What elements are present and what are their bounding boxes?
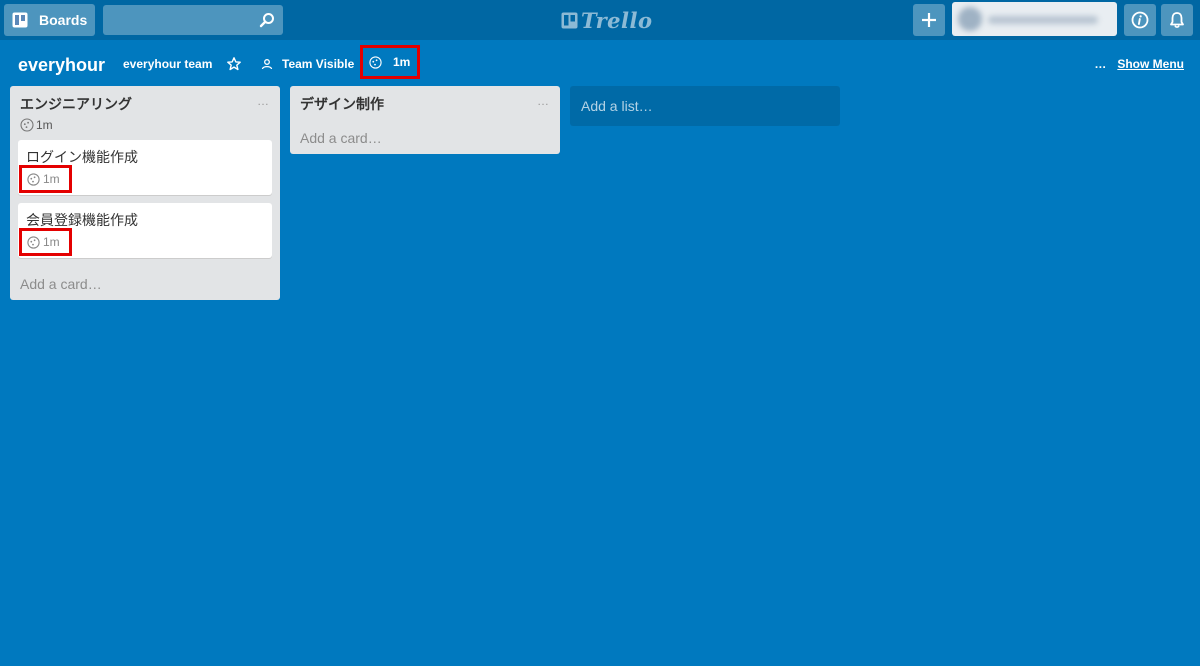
info-icon xyxy=(1131,11,1149,29)
team-link[interactable]: everyhour team xyxy=(123,55,212,73)
member-name-blurred xyxy=(988,16,1098,24)
top-bar: Boards Trello xyxy=(0,0,1200,40)
show-menu-button[interactable]: … Show Menu xyxy=(1094,55,1184,73)
add-card-link[interactable]: Add a card… xyxy=(20,276,102,292)
card[interactable]: 会員登録機能作成 1m xyxy=(18,203,272,258)
list-title[interactable]: エンジニアリング xyxy=(20,94,132,114)
list-menu-button[interactable]: … xyxy=(537,94,550,108)
plus-icon xyxy=(922,13,936,27)
clock-icon xyxy=(20,118,34,132)
member-avatar-button[interactable] xyxy=(952,2,1117,36)
bell-icon xyxy=(1170,12,1184,28)
list-menu-button[interactable]: … xyxy=(257,94,270,108)
board-title[interactable]: everyhour xyxy=(18,52,105,78)
boards-label: Boards xyxy=(39,12,88,28)
search-icon xyxy=(259,13,274,28)
list-timer: 1m xyxy=(20,118,53,132)
show-menu-label: Show Menu xyxy=(1117,57,1184,71)
board-timer-button[interactable]: 1m xyxy=(360,45,420,79)
clock-icon xyxy=(27,172,40,186)
star-icon[interactable] xyxy=(226,56,242,72)
search-input[interactable] xyxy=(103,5,283,35)
logo-text: Trello xyxy=(581,7,653,33)
card-timer-value: 1m xyxy=(43,235,60,249)
card[interactable]: ログイン機能作成 1m xyxy=(18,140,272,195)
visibility-button[interactable]: Team Visible xyxy=(261,55,354,73)
boards-icon xyxy=(12,12,28,28)
add-list-button[interactable]: Add a list… xyxy=(570,86,840,126)
card-timer-value: 1m xyxy=(43,172,60,186)
trello-logo-icon xyxy=(561,12,578,28)
boards-button[interactable]: Boards xyxy=(4,4,95,36)
team-icon xyxy=(261,59,273,70)
list-title[interactable]: デザイン制作 xyxy=(300,94,384,114)
board-timer-value: 1m xyxy=(393,55,411,69)
avatar xyxy=(958,7,982,31)
more-icon: … xyxy=(1094,57,1108,71)
info-button[interactable] xyxy=(1124,4,1156,36)
clock-icon xyxy=(27,235,40,249)
card-title: 会員登録機能作成 xyxy=(26,212,138,228)
visibility-label: Team Visible xyxy=(282,57,355,71)
card-timer-badge[interactable]: 1m xyxy=(19,228,72,256)
search-box[interactable] xyxy=(103,5,283,35)
list-timer-value: 1m xyxy=(36,118,53,132)
add-button[interactable] xyxy=(913,4,945,36)
clock-icon xyxy=(369,55,382,69)
card-title: ログイン機能作成 xyxy=(26,149,138,165)
list-engineering: エンジニアリング … 1m ログイン機能作成 1m 会員登録機能作成 1m Ad… xyxy=(10,86,280,300)
trello-logo[interactable]: Trello xyxy=(561,7,653,33)
list-design: デザイン制作 … Add a card… xyxy=(290,86,560,154)
card-timer-badge[interactable]: 1m xyxy=(19,165,72,193)
add-card-link[interactable]: Add a card… xyxy=(300,130,382,146)
notifications-button[interactable] xyxy=(1161,4,1193,36)
